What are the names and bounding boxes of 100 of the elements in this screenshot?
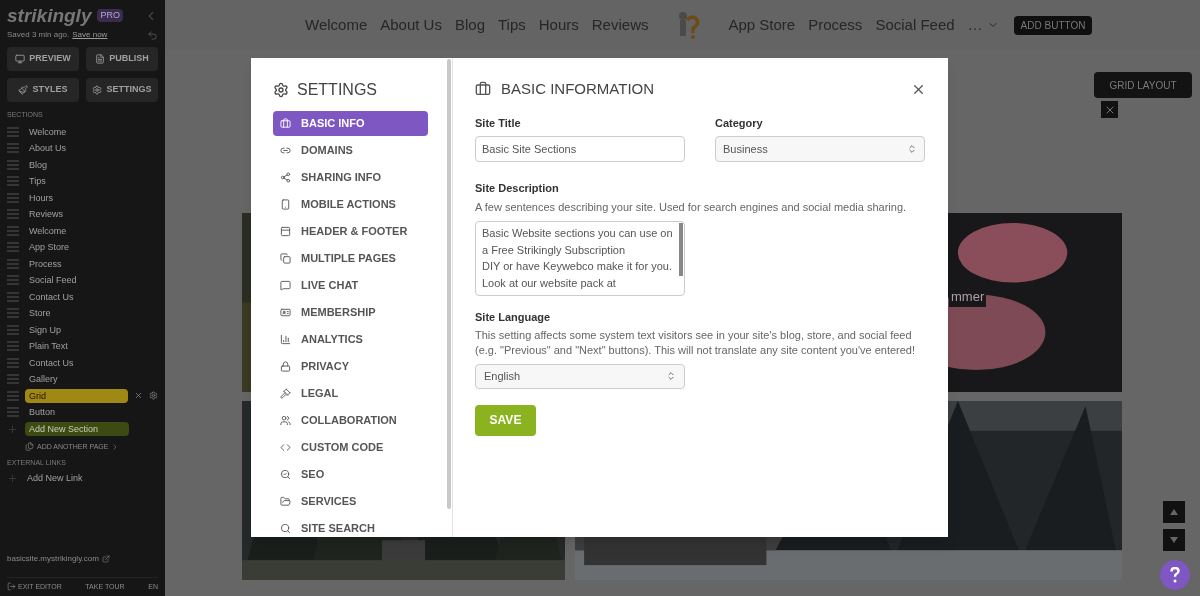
monitor-icon [15, 54, 26, 64]
select-arrows-icon [907, 144, 917, 154]
site-title-field[interactable]: Basic Site Sections [475, 136, 685, 162]
category-select[interactable]: Business [715, 136, 925, 162]
settings-menu-item[interactable]: MEMBERSHIP [273, 300, 428, 325]
search-page-icon [280, 469, 291, 480]
sidebar-button[interactable]: SETTINGS [86, 78, 158, 102]
drag-handle-icon[interactable] [7, 324, 19, 335]
settings-menu-item[interactable]: MOBILE ACTIONS [273, 192, 428, 217]
field-help: A few sentences describing your site. Used for search engines and social media sharing. [475, 199, 908, 215]
close-button[interactable] [1101, 101, 1118, 118]
drag-handle-icon[interactable] [7, 407, 19, 418]
section-item[interactable]: About Us [25, 141, 71, 156]
drag-handle-icon[interactable] [7, 291, 19, 302]
gavel-icon [280, 388, 291, 399]
settings-menu-item[interactable]: LEGAL [273, 381, 428, 406]
settings-menu-item[interactable]: DOMAINS [273, 138, 428, 163]
section-item[interactable]: Contact Us [25, 355, 78, 370]
undo-icon[interactable] [147, 29, 158, 41]
section-item[interactable]: Gallery [25, 372, 62, 387]
drag-handle-icon[interactable] [7, 126, 19, 137]
field-label: Site Description [475, 181, 560, 196]
dialog-title: SETTINGS [297, 80, 377, 100]
drag-handle-icon[interactable] [7, 192, 19, 203]
scrollbar[interactable] [679, 223, 683, 276]
share-icon [280, 172, 291, 183]
drag-handle-icon[interactable] [7, 390, 19, 401]
section-item[interactable]: Tips [25, 174, 50, 189]
section-item[interactable]: Welcome [25, 124, 71, 139]
add-button[interactable]: ADD BUTTON [1013, 15, 1093, 35]
add-icon [7, 423, 18, 435]
phone-icon [280, 199, 291, 210]
add-section-button[interactable]: Add New Section [25, 422, 129, 436]
settings-menu-item[interactable]: BASIC INFO [273, 111, 428, 136]
drag-handle-icon[interactable] [7, 176, 19, 187]
description-field[interactable]: Basic Website sections you can use on a Free Strikingly Subscription DIY or have Keywebco make it for you. Look at our website pack at [475, 221, 685, 296]
move-down-button[interactable] [1163, 529, 1185, 551]
section-item[interactable]: Grid [25, 388, 129, 403]
section-item[interactable]: Reviews [25, 207, 67, 222]
settings-menu-item[interactable]: SITE SEARCH [273, 516, 428, 541]
brush-icon [18, 85, 29, 95]
move-up-button[interactable] [1163, 501, 1185, 523]
link-icon [280, 145, 291, 156]
sidebar-button[interactable]: PREVIEW [7, 47, 79, 71]
grid-layout-button[interactable]: GRID LAYOUT [1094, 72, 1192, 98]
drag-handle-icon[interactable] [7, 308, 19, 319]
field-label: Site Language [475, 310, 552, 325]
settings-menu-item[interactable]: COLLABORATION [273, 408, 428, 433]
section-item[interactable]: Hours [25, 190, 57, 205]
section-item[interactable]: Store [25, 306, 55, 321]
document-icon [95, 54, 106, 64]
section-item[interactable]: Plain Text [25, 339, 72, 354]
drag-handle-icon[interactable] [7, 143, 19, 154]
delete-icon[interactable] [134, 391, 144, 401]
drag-handle-icon[interactable] [7, 341, 19, 352]
add-link-button[interactable]: Add New Link [27, 471, 83, 485]
users-icon [280, 415, 291, 426]
drag-handle-icon[interactable] [7, 225, 19, 236]
pages-icon [280, 253, 291, 264]
section-item[interactable]: Contact Us [25, 289, 78, 304]
help-button[interactable] [1160, 560, 1190, 590]
settings-menu-item[interactable]: HEADER & FOOTER [273, 219, 428, 244]
section-item[interactable]: Sign Up [25, 322, 66, 337]
settings-menu-item[interactable]: SERVICES [273, 489, 428, 514]
section-item[interactable]: Welcome [25, 223, 71, 238]
settings-menu-item[interactable]: SHARING INFO [273, 165, 428, 190]
section-item[interactable]: App Store [25, 240, 74, 255]
site-url[interactable]: basicsite.mystrikingly.com [7, 552, 99, 565]
settings-menu-item[interactable]: CUSTOM CODE [273, 435, 428, 460]
drag-handle-icon[interactable] [7, 159, 19, 170]
drag-handle-icon[interactable] [7, 275, 19, 286]
drag-handle-icon[interactable] [7, 357, 19, 368]
settings-menu-item[interactable]: PRIVACY [273, 354, 428, 379]
drag-handle-icon[interactable] [7, 209, 19, 220]
section-item[interactable]: Button [25, 405, 60, 420]
brand-logo: strikingly [7, 6, 92, 25]
drag-handle-icon[interactable] [7, 258, 19, 269]
pro-badge: PRO [97, 8, 123, 23]
external-link-icon [101, 554, 110, 563]
settings-menu-item[interactable]: ANALYTICS [273, 327, 428, 352]
field-label: Category [715, 115, 764, 131]
settings-icon[interactable] [149, 391, 158, 401]
sidebar-button[interactable]: PUBLISH [86, 47, 158, 71]
section-item[interactable]: Process [25, 256, 66, 271]
settings-icon [273, 82, 289, 98]
drag-handle-icon[interactable] [7, 242, 19, 253]
language-select[interactable]: English [475, 363, 685, 389]
exit-icon [7, 582, 16, 592]
settings-menu-item[interactable]: LIVE CHAT [273, 273, 428, 298]
section-item[interactable]: Social Feed [25, 273, 81, 288]
id-card-icon [280, 307, 291, 318]
lock-icon [280, 361, 291, 372]
sidebar-button[interactable]: STYLES [7, 78, 79, 102]
section-item[interactable]: Blog [25, 157, 51, 172]
save-link[interactable]: Save now [72, 29, 108, 41]
select-arrows-icon [666, 371, 676, 381]
settings-menu-item[interactable]: SEO [273, 462, 428, 487]
settings-menu-item[interactable]: MULTIPLE PAGES [273, 246, 428, 271]
add-icon [7, 472, 18, 484]
drag-handle-icon[interactable] [7, 374, 19, 385]
